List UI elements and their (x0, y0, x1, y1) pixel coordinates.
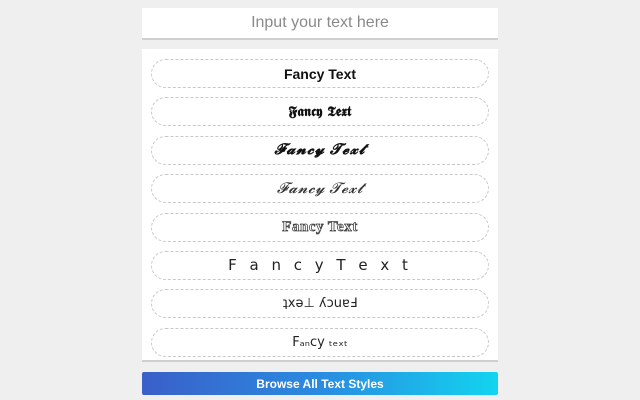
style-option-script[interactable]: 𝓕𝓪𝓷𝓬𝔂 𝓣𝓮𝔁𝓽 (151, 174, 489, 204)
style-option-upside-down[interactable]: ʇxǝ⊥ ʎɔuɐℲ (151, 289, 489, 319)
style-option-spaced[interactable]: F a n c y T e x t (151, 250, 489, 280)
style-option-bold[interactable]: Fancy Text (151, 59, 489, 88)
style-option-subscript[interactable]: Fₐₙcy ₜₑₓₜ (151, 327, 489, 357)
style-list: Fancy Text 𝕱𝖆𝖓𝖈𝖞 𝕿𝖊𝖝𝖙 𝓕𝓪𝓷𝓬𝔂 𝓣𝓮𝔁𝓽 𝓕𝓪𝓷𝓬𝔂 𝓣… (151, 59, 489, 366)
text-input-container (142, 8, 498, 40)
style-option-outline[interactable]: Fancy Text (151, 212, 489, 242)
style-option-script-bold[interactable]: 𝓕𝓪𝓷𝓬𝔂 𝓣𝓮𝔁𝓽 (151, 135, 489, 165)
styles-panel: Fancy Text 𝕱𝖆𝖓𝖈𝖞 𝕿𝖊𝖝𝖙 𝓕𝓪𝓷𝓬𝔂 𝓣𝓮𝔁𝓽 𝓕𝓪𝓷𝓬𝔂 𝓣… (142, 49, 498, 362)
browse-all-styles-button[interactable]: Browse All Text Styles (142, 372, 498, 395)
style-option-gothic[interactable]: 𝕱𝖆𝖓𝖈𝖞 𝕿𝖊𝖝𝖙 (151, 97, 489, 127)
text-input[interactable] (142, 8, 498, 38)
